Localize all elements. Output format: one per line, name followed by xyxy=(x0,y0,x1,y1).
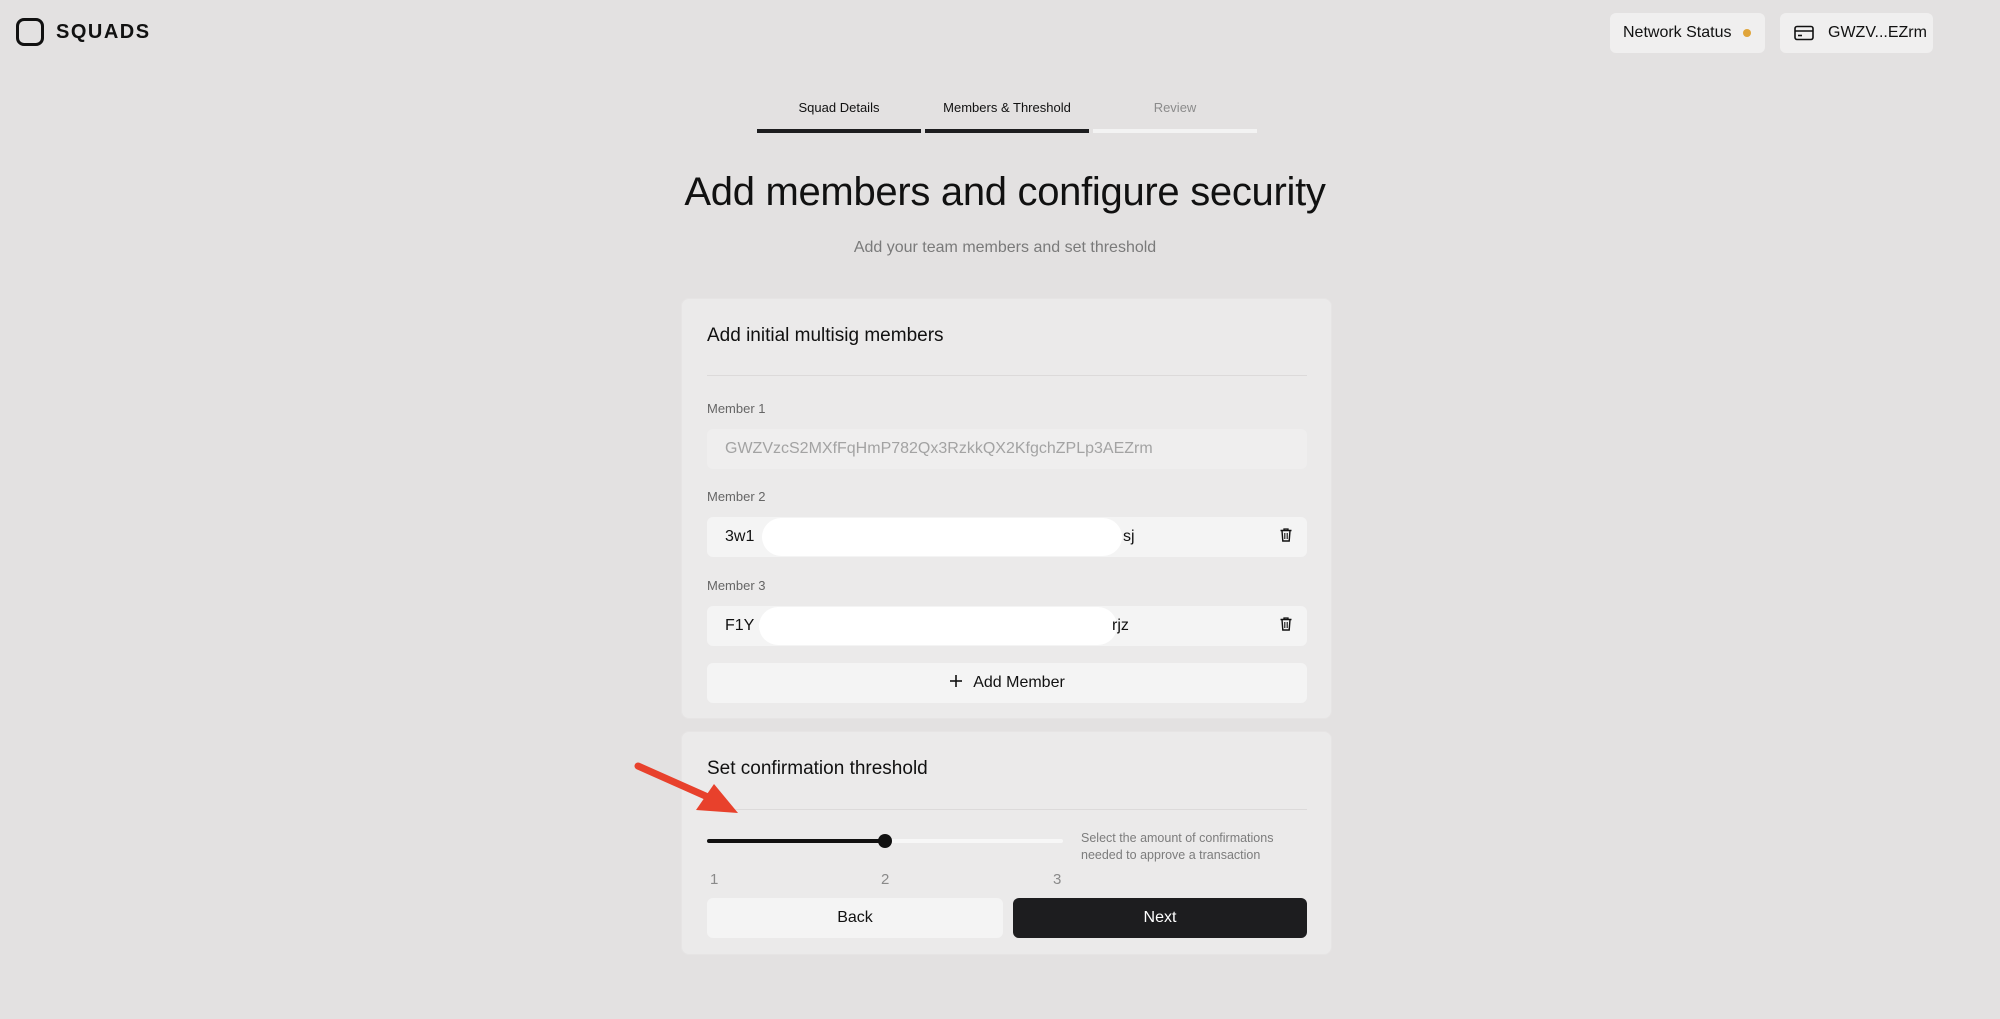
threshold-slider-thumb[interactable] xyxy=(878,834,892,848)
step-review[interactable]: Review xyxy=(1093,100,1257,133)
threshold-help-text: Select the amount of confirmations neede… xyxy=(1081,831,1274,862)
redaction-overlay xyxy=(762,518,1122,556)
step-squad-details[interactable]: Squad Details xyxy=(757,100,921,133)
page-title: Add members and configure security xyxy=(684,170,1326,214)
slider-tick-1: 1 xyxy=(710,871,719,888)
members-card: Add initial multisig members Member 1 GW… xyxy=(681,298,1332,719)
wallet-card-icon xyxy=(1794,25,1814,41)
member-2-value-start: 3w1 xyxy=(725,528,755,545)
add-member-label: Add Member xyxy=(973,674,1065,691)
members-card-title: Add initial multisig members xyxy=(707,325,944,346)
network-status-dot-icon xyxy=(1743,29,1752,37)
plus-icon xyxy=(949,674,963,693)
member-2-trash-icon[interactable] xyxy=(1280,528,1292,547)
threshold-slider[interactable] xyxy=(707,834,1063,848)
threshold-card: Set confirmation threshold 1 2 3 Select … xyxy=(681,731,1332,955)
members-divider xyxy=(707,375,1307,376)
network-status-label: Network Status xyxy=(1623,24,1732,41)
member-2-value-end: sj xyxy=(1123,528,1135,545)
annotation-arrow-icon xyxy=(634,762,738,813)
page-subtitle: Add your team members and set threshold xyxy=(853,239,1157,256)
next-button[interactable]: Next xyxy=(1013,898,1307,938)
back-button[interactable]: Back xyxy=(707,898,1003,938)
squads-logo-icon xyxy=(16,18,44,46)
brand-name: SQUADS xyxy=(56,20,151,43)
threshold-slider-fill xyxy=(707,839,885,843)
network-status-button[interactable]: Network Status xyxy=(1610,13,1765,53)
member-3-trash-icon[interactable] xyxy=(1280,617,1292,636)
member-3-field[interactable]: F1Y rjz xyxy=(707,606,1307,646)
threshold-divider xyxy=(707,809,1307,810)
member-3-value-end: rjz xyxy=(1112,617,1129,634)
wallet-address-label: GWZV...EZrm xyxy=(1828,24,1927,41)
add-member-button[interactable]: Add Member xyxy=(707,663,1307,703)
slider-tick-3: 3 xyxy=(1053,871,1062,888)
step-members-threshold[interactable]: Members & Threshold xyxy=(925,100,1089,133)
member-1-value: GWZVzcS2MXfFqHmP782Qx3RzkkQX2KfgchZPLp3A… xyxy=(725,440,1153,457)
wallet-button[interactable]: GWZV...EZrm xyxy=(1780,13,1933,53)
squads-logo[interactable]: SQUADS xyxy=(16,18,151,46)
member-3-label: Member 3 xyxy=(707,578,766,593)
redaction-overlay xyxy=(759,607,1117,645)
member-3-value-start: F1Y xyxy=(725,617,755,634)
member-1-label: Member 1 xyxy=(707,401,766,416)
member-2-field[interactable]: 3w1 sj xyxy=(707,517,1307,557)
member-1-field: GWZVzcS2MXfFqHmP782Qx3RzkkQX2KfgchZPLp3A… xyxy=(707,429,1307,469)
slider-tick-2: 2 xyxy=(881,871,890,888)
member-2-label: Member 2 xyxy=(707,489,766,504)
stepper: Squad Details Members & Threshold Review xyxy=(757,100,1257,133)
